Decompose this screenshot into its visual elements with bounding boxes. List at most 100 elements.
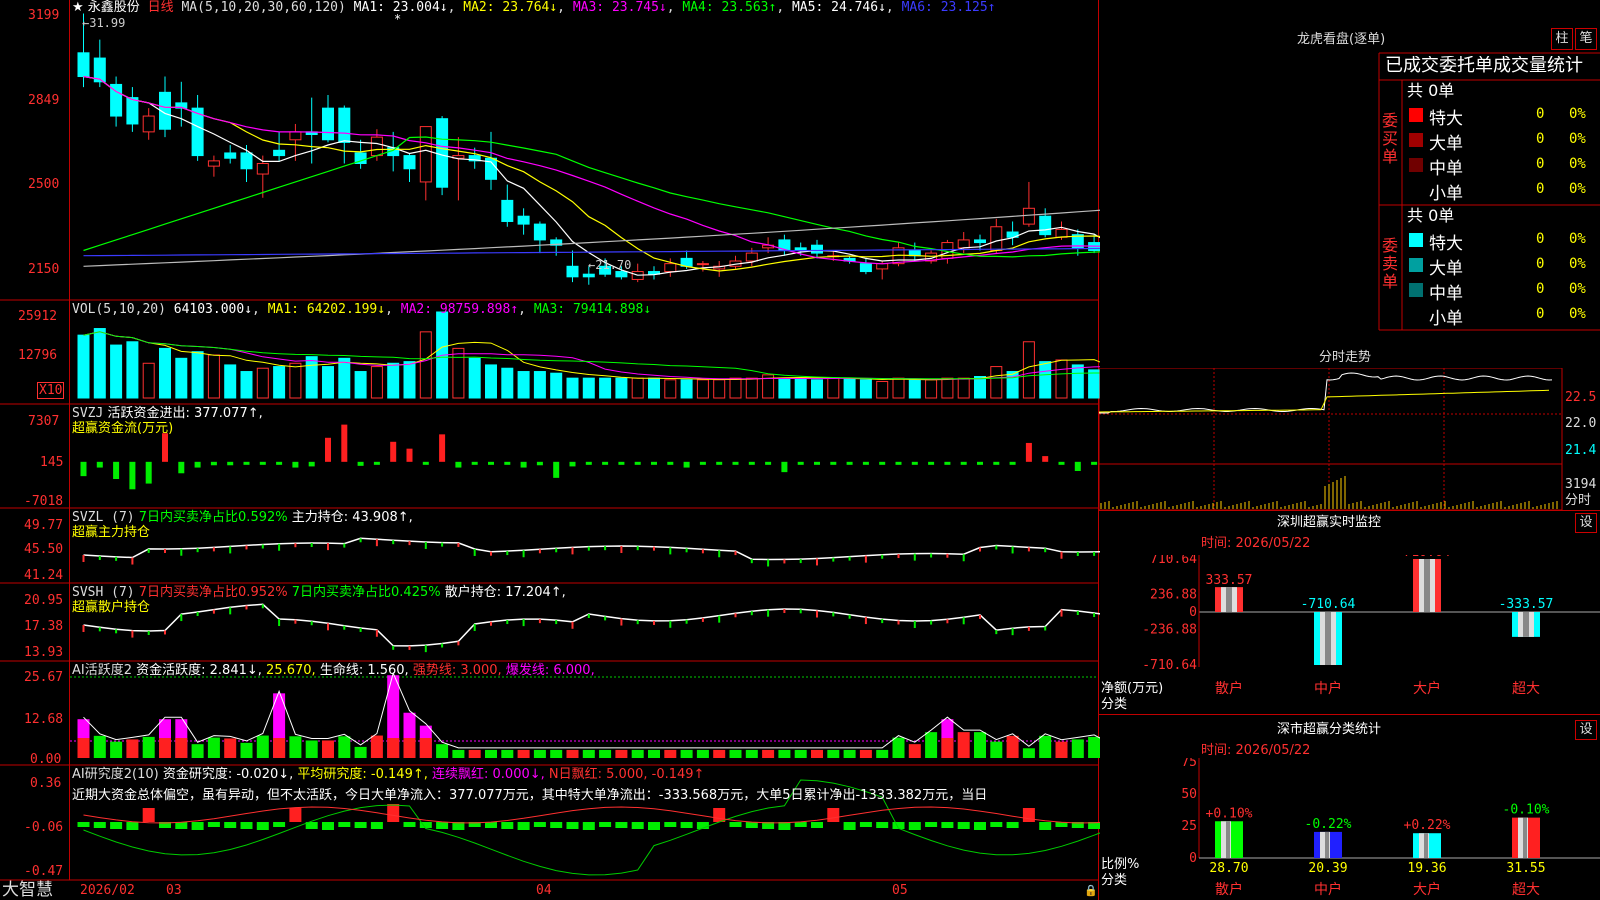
legend-swatch	[1409, 183, 1423, 197]
monitor-bar-value: -333.57	[1499, 597, 1554, 612]
research-bar	[729, 822, 742, 827]
stock-name[interactable]: ★ 永鑫股份	[72, 0, 140, 15]
volume-bar	[941, 377, 954, 399]
ma-header: MA(5,10,20,30,60,120)	[181, 0, 346, 15]
volume-bar	[387, 362, 400, 399]
svsh-y-tick: 17.38	[24, 619, 64, 634]
activity-bar-base	[387, 738, 400, 758]
candle	[517, 215, 530, 225]
fund-flow-bar	[618, 461, 625, 465]
activity-bar	[827, 749, 840, 758]
research-bar	[175, 822, 188, 829]
volume-bar	[501, 367, 514, 399]
svzj-y-tick: -7018	[24, 494, 64, 509]
svzl-header: SVZL (7) 7日内买卖净占比0.592% 主力持仓: 43.908↑,	[72, 510, 413, 525]
intraday-chart[interactable]	[1099, 368, 1600, 511]
row-label: 大单	[1429, 259, 1463, 279]
research-bar	[273, 822, 286, 827]
volume-bar	[1006, 371, 1019, 399]
lock-icon[interactable]: 🔒	[1084, 883, 1098, 898]
activity-bar	[648, 749, 660, 758]
research-bar	[517, 822, 530, 830]
fund-flow-bar	[553, 461, 560, 478]
fund-flow-bar	[227, 461, 234, 466]
candle	[696, 263, 709, 266]
activity-bar	[794, 749, 807, 758]
event-marker[interactable]: *	[394, 12, 401, 27]
price-header: ★ 永鑫股份 日线 MA(5,10,20,30,60,120) MA1: 23.…	[72, 0, 996, 15]
activity-bar	[240, 742, 253, 758]
classify-bar	[1314, 831, 1342, 858]
activity-bar	[680, 749, 693, 758]
monitor-y-tick: -236.88	[1142, 623, 1197, 638]
volume-bar	[289, 362, 302, 399]
monitor-y-tick: 236.88	[1150, 587, 1197, 602]
volume-bar	[1055, 359, 1068, 399]
activity-bar-base	[419, 738, 432, 758]
fund-flow-bar	[928, 461, 935, 465]
period-label[interactable]: 日线	[148, 0, 174, 15]
volume-bar	[811, 379, 823, 399]
research-bar	[322, 822, 334, 830]
ai1-header: AI活跃度2 资金活跃度: 2.841↓, 25.670, 生命线: 1.560…	[72, 663, 595, 678]
ai1-y-tick: 0.00	[30, 752, 62, 767]
legend-swatch	[1409, 133, 1423, 147]
fund-flow-bar	[504, 461, 511, 465]
fund-flow-bar	[325, 437, 331, 462]
research-bar	[631, 822, 644, 829]
monitor-bar-shadow	[1523, 612, 1529, 637]
monitor-bar-value: 710.64	[1404, 555, 1451, 560]
monitor-y-tick: -710.64	[1142, 658, 1197, 673]
fund-flow-bar	[1009, 461, 1016, 465]
row-count: 0	[1536, 281, 1545, 297]
candle	[142, 115, 155, 133]
row-label: 小单	[1429, 184, 1463, 204]
fund-flow-bar	[341, 424, 348, 462]
fund-flow-bar	[683, 461, 690, 468]
brand-logo[interactable]: 大智慧	[2, 881, 53, 900]
fund-flow-bar	[210, 461, 217, 466]
volume-bar	[908, 379, 921, 399]
volume-bar	[175, 357, 188, 399]
research-bar	[974, 822, 986, 830]
date-label: 05	[892, 883, 908, 898]
monitor-settings-button[interactable]: 设	[1575, 513, 1597, 533]
fund-flow-bar	[830, 461, 837, 465]
fund-flow-bar	[357, 461, 364, 466]
activity-bar-base	[273, 738, 286, 758]
kline-workspace[interactable]	[0, 0, 1100, 900]
candle	[240, 152, 253, 170]
volume-bar	[126, 341, 139, 399]
activity-bar	[322, 740, 334, 758]
fund-flow-bar	[162, 433, 168, 462]
row-pct: 0%	[1569, 106, 1586, 122]
fund-flow-bar	[634, 461, 641, 465]
monitor-bar	[1512, 612, 1540, 637]
activity-bar	[550, 749, 563, 758]
intraday-title: 分时走势	[1319, 350, 1372, 365]
fund-flow-bar	[422, 461, 429, 465]
fund-flow-bar	[846, 461, 853, 465]
candle	[370, 136, 383, 157]
research-bar	[648, 822, 660, 830]
fund-flow-bar	[1058, 461, 1065, 465]
fund-flow-bar	[797, 461, 804, 465]
volume-bar	[370, 366, 383, 399]
vol-y-tick: 12796	[18, 348, 58, 363]
monitor-bar-shadow	[1325, 612, 1331, 665]
svzl-y-tick: 49.77	[24, 518, 64, 533]
volume-bar	[77, 334, 90, 399]
fund-flow-bar	[1042, 456, 1049, 462]
activity-bar	[745, 749, 758, 758]
row-pct: 0%	[1569, 256, 1586, 272]
legend-swatch	[1409, 108, 1423, 122]
classify-bar-change: -0.22%	[1305, 817, 1352, 832]
row-label: 中单	[1429, 159, 1463, 179]
monitor-bar-shadow	[1424, 559, 1430, 612]
ai-activity-chart	[70, 671, 1100, 758]
research-bar	[615, 822, 628, 828]
classify-category-label: 大户	[1413, 881, 1441, 898]
classify-x-unit: 分类	[1101, 873, 1128, 888]
svzl-y-tick: 41.24	[24, 568, 64, 583]
classify-settings-button[interactable]: 设	[1575, 720, 1597, 740]
